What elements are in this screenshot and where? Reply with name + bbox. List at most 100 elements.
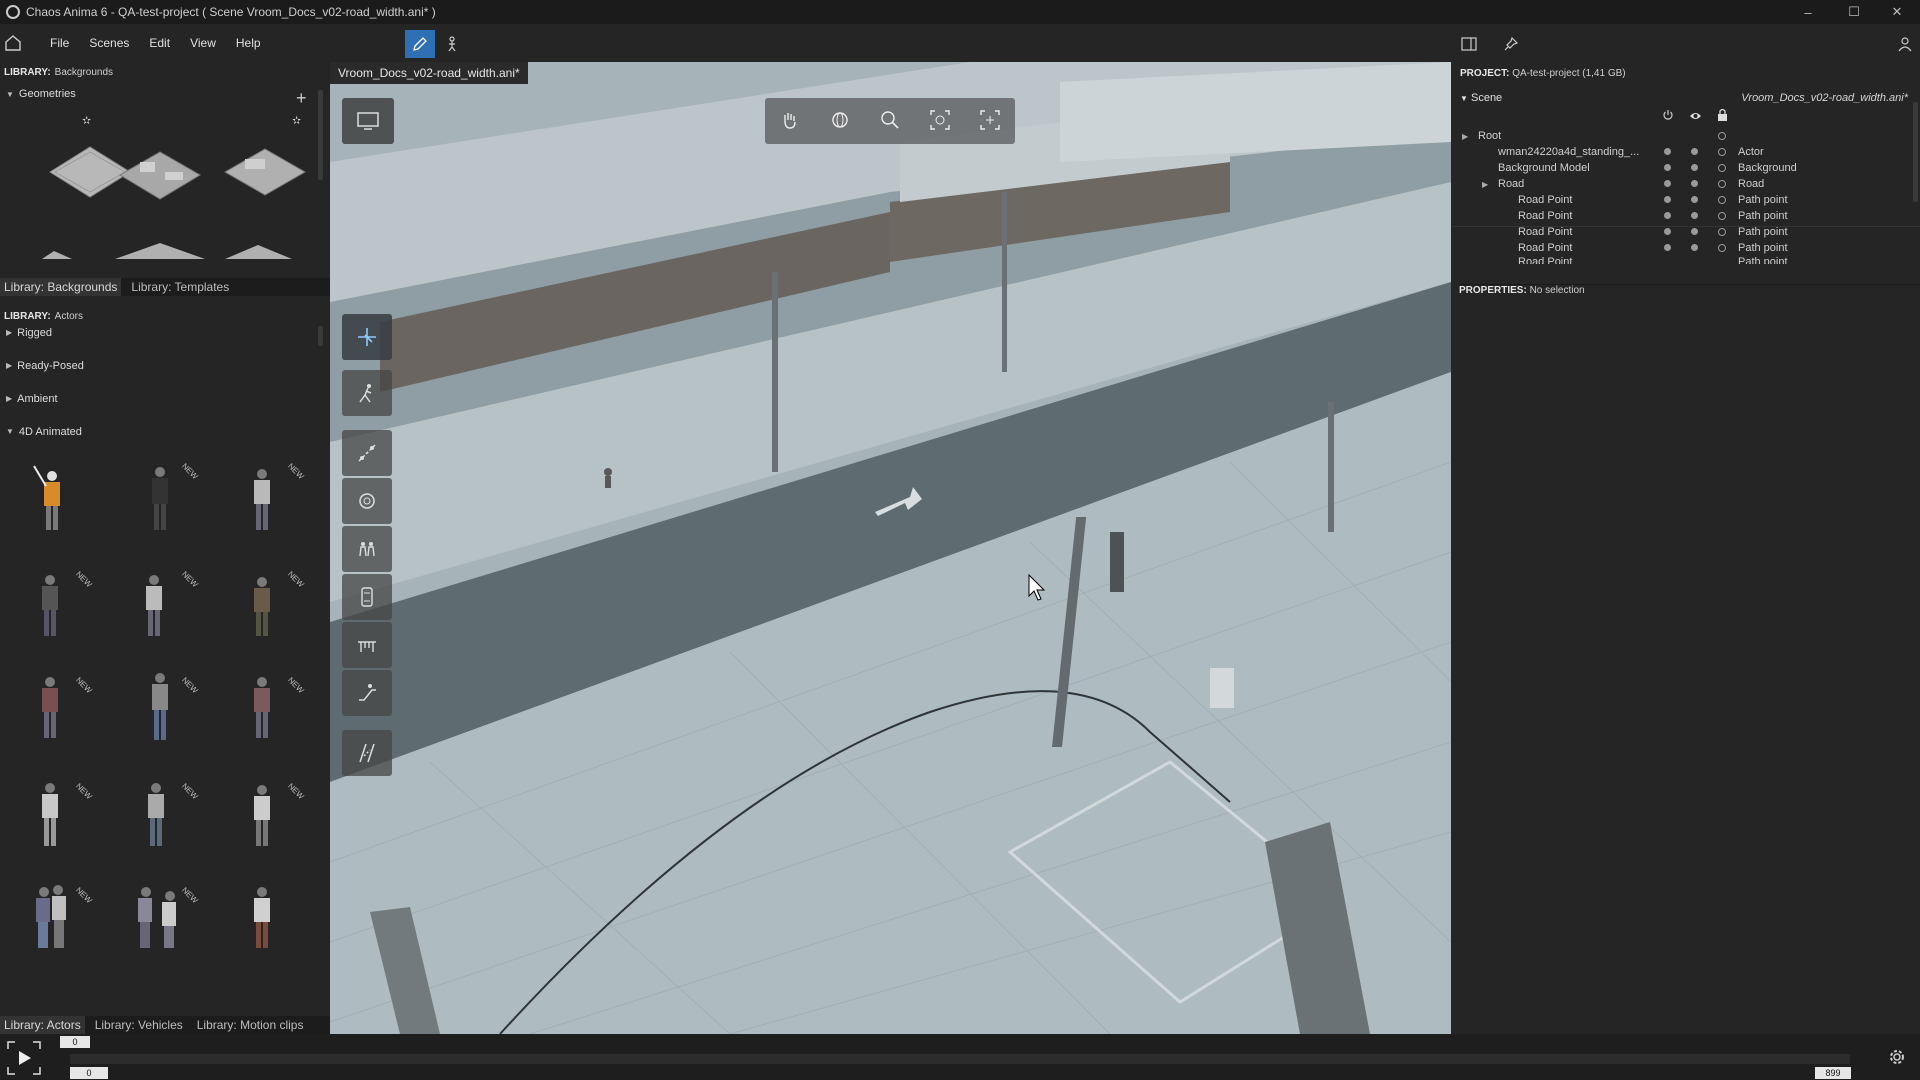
geometries-category[interactable]: ▼ Geometries: [0, 83, 330, 105]
chevron-down-icon: ▼: [1460, 94, 1468, 103]
actor-path-icon[interactable]: [342, 370, 392, 416]
chevron-right-icon: ▶: [6, 328, 13, 337]
eye-icon[interactable]: [1689, 110, 1702, 124]
user-icon[interactable]: [1890, 30, 1920, 58]
menu-edit[interactable]: Edit: [139, 36, 180, 50]
tree-row-road-point[interactable]: Road Point Path point: [1451, 192, 1920, 208]
lock-toggle: [1718, 148, 1726, 156]
menu-help[interactable]: Help: [226, 36, 271, 50]
project-label: PROJECT: QA-test-project (1,41 GB): [1460, 68, 1626, 79]
actor-thumbnails[interactable]: NEW NEW NEW NEW NEW NEW NEW NEW NEW NEW …: [0, 456, 320, 1036]
chevron-down-icon: ▼: [6, 89, 14, 99]
minimize-button[interactable]: –: [1785, 0, 1831, 24]
right-scene-panel: PROJECT: QA-test-project (1,41 GB) ▼ Sce…: [1451, 62, 1920, 1034]
maximize-button[interactable]: ☐: [1831, 0, 1877, 24]
chevron-right-icon: ▶: [1462, 131, 1469, 141]
tree-row-background[interactable]: Background Model Background: [1451, 160, 1920, 176]
new-badge: NEW: [180, 676, 200, 696]
3d-viewport[interactable]: +: [330, 62, 1451, 1034]
person-icon[interactable]: [437, 30, 467, 58]
category-ambient[interactable]: ▶ Ambient: [0, 382, 320, 415]
group-icon[interactable]: [342, 526, 392, 572]
visibility-toggle: [1691, 164, 1698, 171]
new-badge: NEW: [286, 676, 306, 696]
pin-icon[interactable]: [1496, 30, 1526, 58]
lock-toggle: [1718, 132, 1726, 140]
category-ready-posed[interactable]: ▶ Ready-Posed: [0, 349, 320, 382]
vehicle-icon[interactable]: [342, 574, 392, 620]
tree-row-road-point[interactable]: Road Point Path point: [1451, 240, 1920, 256]
enable-toggle: [1664, 164, 1671, 171]
frame-icon[interactable]: [980, 109, 1000, 133]
tree-row-road[interactable]: ▶ Road Road: [1451, 176, 1920, 192]
scene-header[interactable]: ▼ Scene: [1460, 92, 1502, 104]
new-badge: NEW: [180, 886, 200, 906]
hand-icon[interactable]: [780, 110, 800, 133]
zoom-icon[interactable]: [880, 110, 900, 133]
pencil-icon[interactable]: [405, 30, 435, 58]
window-title: Chaos Anima 6 - QA-test-project ( Scene …: [26, 5, 436, 19]
menu-scenes[interactable]: Scenes: [79, 36, 139, 50]
library-backgrounds-label: LIBRARY: Backgrounds: [4, 67, 114, 78]
geometry-thumbnails[interactable]: [10, 137, 310, 267]
chevron-right-icon: ▶: [6, 361, 13, 370]
escalator-icon[interactable]: [342, 670, 392, 716]
visibility-toggle: [1691, 180, 1698, 187]
tree-row-road-point[interactable]: Road Point Path point: [1451, 256, 1920, 264]
gear-icon[interactable]: [1886, 1046, 1908, 1071]
properties-label: PROPERTIES: No selection: [1459, 285, 1585, 296]
library-tabs-top: Library: Backgrounds Library: Templates: [0, 278, 330, 296]
power-icon[interactable]: [1662, 109, 1674, 124]
panel-icon[interactable]: [1454, 30, 1484, 58]
new-badge: NEW: [180, 462, 200, 482]
current-frame-marker[interactable]: 0: [60, 1036, 90, 1048]
home-icon[interactable]: [0, 30, 26, 56]
scene-scrollbar[interactable]: [1913, 102, 1918, 202]
category-rigged[interactable]: ▶ Rigged: [0, 316, 320, 349]
actors-scrollbar[interactable]: [318, 326, 323, 346]
library-tabs-bottom: Library: Actors Library: Vehicles Librar…: [0, 1016, 330, 1034]
new-badge: NEW: [286, 462, 306, 482]
timeline-track[interactable]: [70, 1054, 1850, 1064]
favorite-icon[interactable]: ✫: [82, 114, 91, 127]
end-frame-marker[interactable]: 899: [1815, 1067, 1851, 1079]
chevron-right-icon: ▶: [6, 394, 13, 403]
crowd-icon[interactable]: [342, 622, 392, 668]
favorite-icon[interactable]: ✫: [292, 114, 301, 127]
viewport-file-tab[interactable]: Vroom_Docs_v02-road_width.ani*: [330, 62, 528, 84]
new-badge: NEW: [180, 570, 200, 590]
tab-library-motion-clips[interactable]: Library: Motion clips: [193, 1016, 308, 1034]
visibility-toggle: [1691, 148, 1698, 155]
menu-file[interactable]: File: [40, 36, 79, 50]
tree-row-road-point[interactable]: Road Point Path point: [1451, 208, 1920, 224]
tab-library-backgrounds[interactable]: Library: Backgrounds: [0, 278, 122, 296]
zoom-fit-icon[interactable]: [930, 109, 950, 133]
menu-view[interactable]: View: [180, 36, 226, 50]
new-badge: NEW: [74, 570, 94, 590]
road-icon[interactable]: [342, 730, 392, 776]
tree-row-actor[interactable]: wman24220a4d_standing_... Actor: [1451, 144, 1920, 160]
scene-render: [330, 62, 1451, 1034]
title-bar: Chaos Anima 6 - QA-test-project ( Scene …: [0, 0, 1920, 24]
add-icon[interactable]: +: [296, 88, 307, 109]
tab-library-actors[interactable]: Library: Actors: [0, 1016, 85, 1034]
chevron-down-icon: ▼: [6, 427, 14, 436]
select-move-icon[interactable]: [342, 314, 392, 360]
path-edit-icon[interactable]: [342, 430, 392, 476]
display-icon[interactable]: [342, 98, 394, 144]
rotate-icon[interactable]: [342, 478, 392, 524]
tree-row-root[interactable]: ▶ Root: [1451, 128, 1920, 144]
orbit-icon[interactable]: [830, 110, 850, 133]
tab-library-vehicles[interactable]: Library: Vehicles: [91, 1016, 187, 1034]
lock-icon[interactable]: [1717, 108, 1728, 124]
scene-file-name: Vroom_Docs_v02-road_width.ani*: [1741, 92, 1908, 104]
geometries-scrollbar[interactable]: [318, 90, 323, 180]
close-button[interactable]: ✕: [1874, 0, 1920, 24]
play-button[interactable]: [6, 1040, 42, 1076]
category-4d-animated[interactable]: ▼ 4D Animated: [0, 415, 320, 448]
tab-library-templates[interactable]: Library: Templates: [127, 278, 233, 296]
viewport-nav-toolbar: [765, 98, 1015, 144]
new-badge: NEW: [286, 782, 306, 802]
start-frame-marker[interactable]: 0: [70, 1067, 108, 1079]
enable-toggle: [1664, 180, 1671, 187]
